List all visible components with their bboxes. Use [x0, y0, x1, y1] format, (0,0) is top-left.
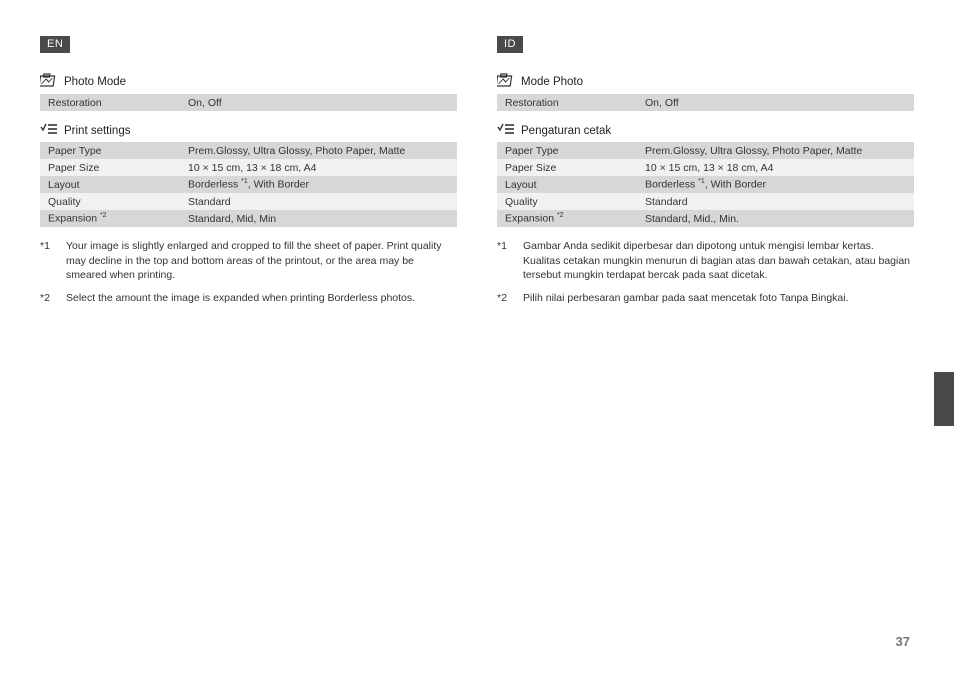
- table-row: Layout Borderless *1, With Border: [497, 176, 914, 193]
- cell-value: Standard: [180, 193, 457, 210]
- side-tab: [934, 372, 954, 426]
- section-photo-mode: Photo Mode: [40, 73, 457, 90]
- section-mode-photo: Mode Photo: [497, 73, 914, 90]
- photo-icon: [497, 73, 515, 90]
- cell-value: Standard: [637, 193, 914, 210]
- cell-label: Layout: [497, 176, 637, 193]
- lang-tag-id: ID: [497, 36, 523, 53]
- settings-icon: [497, 123, 515, 138]
- table-row: Layout Borderless *1, With Border: [40, 176, 457, 193]
- cell-label: Expansion *2: [497, 210, 637, 227]
- footnote-marker: *2: [497, 291, 515, 306]
- cell-label: Paper Size: [497, 159, 637, 176]
- footnote-text: Your image is slightly enlarged and crop…: [66, 239, 457, 283]
- cell-label: Layout: [40, 176, 180, 193]
- cell-value: 10 × 15 cm, 13 × 18 cm, A4: [180, 159, 457, 176]
- footnote-marker: *1: [40, 239, 58, 283]
- table-row: Paper Size 10 × 15 cm, 13 × 18 cm, A4: [40, 159, 457, 176]
- cell-value: On, Off: [637, 94, 914, 111]
- footnotes: *1 Gambar Anda sedikit diperbesar dan di…: [497, 239, 914, 306]
- section-print-settings: Print settings: [40, 123, 457, 138]
- table-row: Paper Type Prem.Glossy, Ultra Glossy, Ph…: [40, 142, 457, 159]
- column-en: EN Photo Mode Restoration On, Off Print …: [40, 36, 457, 314]
- print-settings-table: Paper Type Prem.Glossy, Ultra Glossy, Ph…: [497, 142, 914, 227]
- section-title: Pengaturan cetak: [521, 125, 611, 137]
- cell-value: 10 × 15 cm, 13 × 18 cm, A4: [637, 159, 914, 176]
- table-row: Restoration On, Off: [40, 94, 457, 111]
- footnote-marker: *1: [497, 239, 515, 283]
- table-row: Paper Size 10 × 15 cm, 13 × 18 cm, A4: [497, 159, 914, 176]
- cell-value: Prem.Glossy, Ultra Glossy, Photo Paper, …: [637, 142, 914, 159]
- table-row: Expansion *2 Standard, Mid., Min.: [497, 210, 914, 227]
- photo-icon: [40, 73, 58, 90]
- footnote: *2 Pilih nilai perbesaran gambar pada sa…: [497, 291, 914, 306]
- cell-value: On, Off: [180, 94, 457, 111]
- section-title: Photo Mode: [64, 76, 126, 88]
- section-title: Print settings: [64, 125, 130, 137]
- table-row: Expansion *2 Standard, Mid, Min: [40, 210, 457, 227]
- cell-label: Quality: [497, 193, 637, 210]
- footnotes: *1 Your image is slightly enlarged and c…: [40, 239, 457, 306]
- page: EN Photo Mode Restoration On, Off Print …: [0, 0, 954, 314]
- section-title: Mode Photo: [521, 76, 583, 88]
- footnote: *2 Select the amount the image is expand…: [40, 291, 457, 306]
- table-row: Restoration On, Off: [497, 94, 914, 111]
- cell-label: Restoration: [497, 94, 637, 111]
- settings-icon: [40, 123, 58, 138]
- cell-value: Prem.Glossy, Ultra Glossy, Photo Paper, …: [180, 142, 457, 159]
- footnote-text: Select the amount the image is expanded …: [66, 291, 457, 306]
- column-id: ID Mode Photo Restoration On, Off Pengat…: [497, 36, 914, 314]
- cell-label: Expansion *2: [40, 210, 180, 227]
- footnote: *1 Your image is slightly enlarged and c…: [40, 239, 457, 283]
- cell-label: Paper Type: [40, 142, 180, 159]
- photo-mode-table: Restoration On, Off: [497, 94, 914, 111]
- photo-mode-table: Restoration On, Off: [40, 94, 457, 111]
- lang-tag-en: EN: [40, 36, 70, 53]
- cell-label: Quality: [40, 193, 180, 210]
- table-row: Paper Type Prem.Glossy, Ultra Glossy, Ph…: [497, 142, 914, 159]
- footnote-text: Gambar Anda sedikit diperbesar dan dipot…: [523, 239, 914, 283]
- footnote-text: Pilih nilai perbesaran gambar pada saat …: [523, 291, 914, 306]
- cell-value: Borderless *1, With Border: [180, 176, 457, 193]
- cell-value: Borderless *1, With Border: [637, 176, 914, 193]
- cell-label: Paper Size: [40, 159, 180, 176]
- footnote-marker: *2: [40, 291, 58, 306]
- cell-value: Standard, Mid., Min.: [637, 210, 914, 227]
- cell-label: Restoration: [40, 94, 180, 111]
- section-pengaturan-cetak: Pengaturan cetak: [497, 123, 914, 138]
- print-settings-table: Paper Type Prem.Glossy, Ultra Glossy, Ph…: [40, 142, 457, 227]
- cell-value: Standard, Mid, Min: [180, 210, 457, 227]
- page-number: 37: [896, 634, 910, 649]
- table-row: Quality Standard: [40, 193, 457, 210]
- cell-label: Paper Type: [497, 142, 637, 159]
- footnote: *1 Gambar Anda sedikit diperbesar dan di…: [497, 239, 914, 283]
- table-row: Quality Standard: [497, 193, 914, 210]
